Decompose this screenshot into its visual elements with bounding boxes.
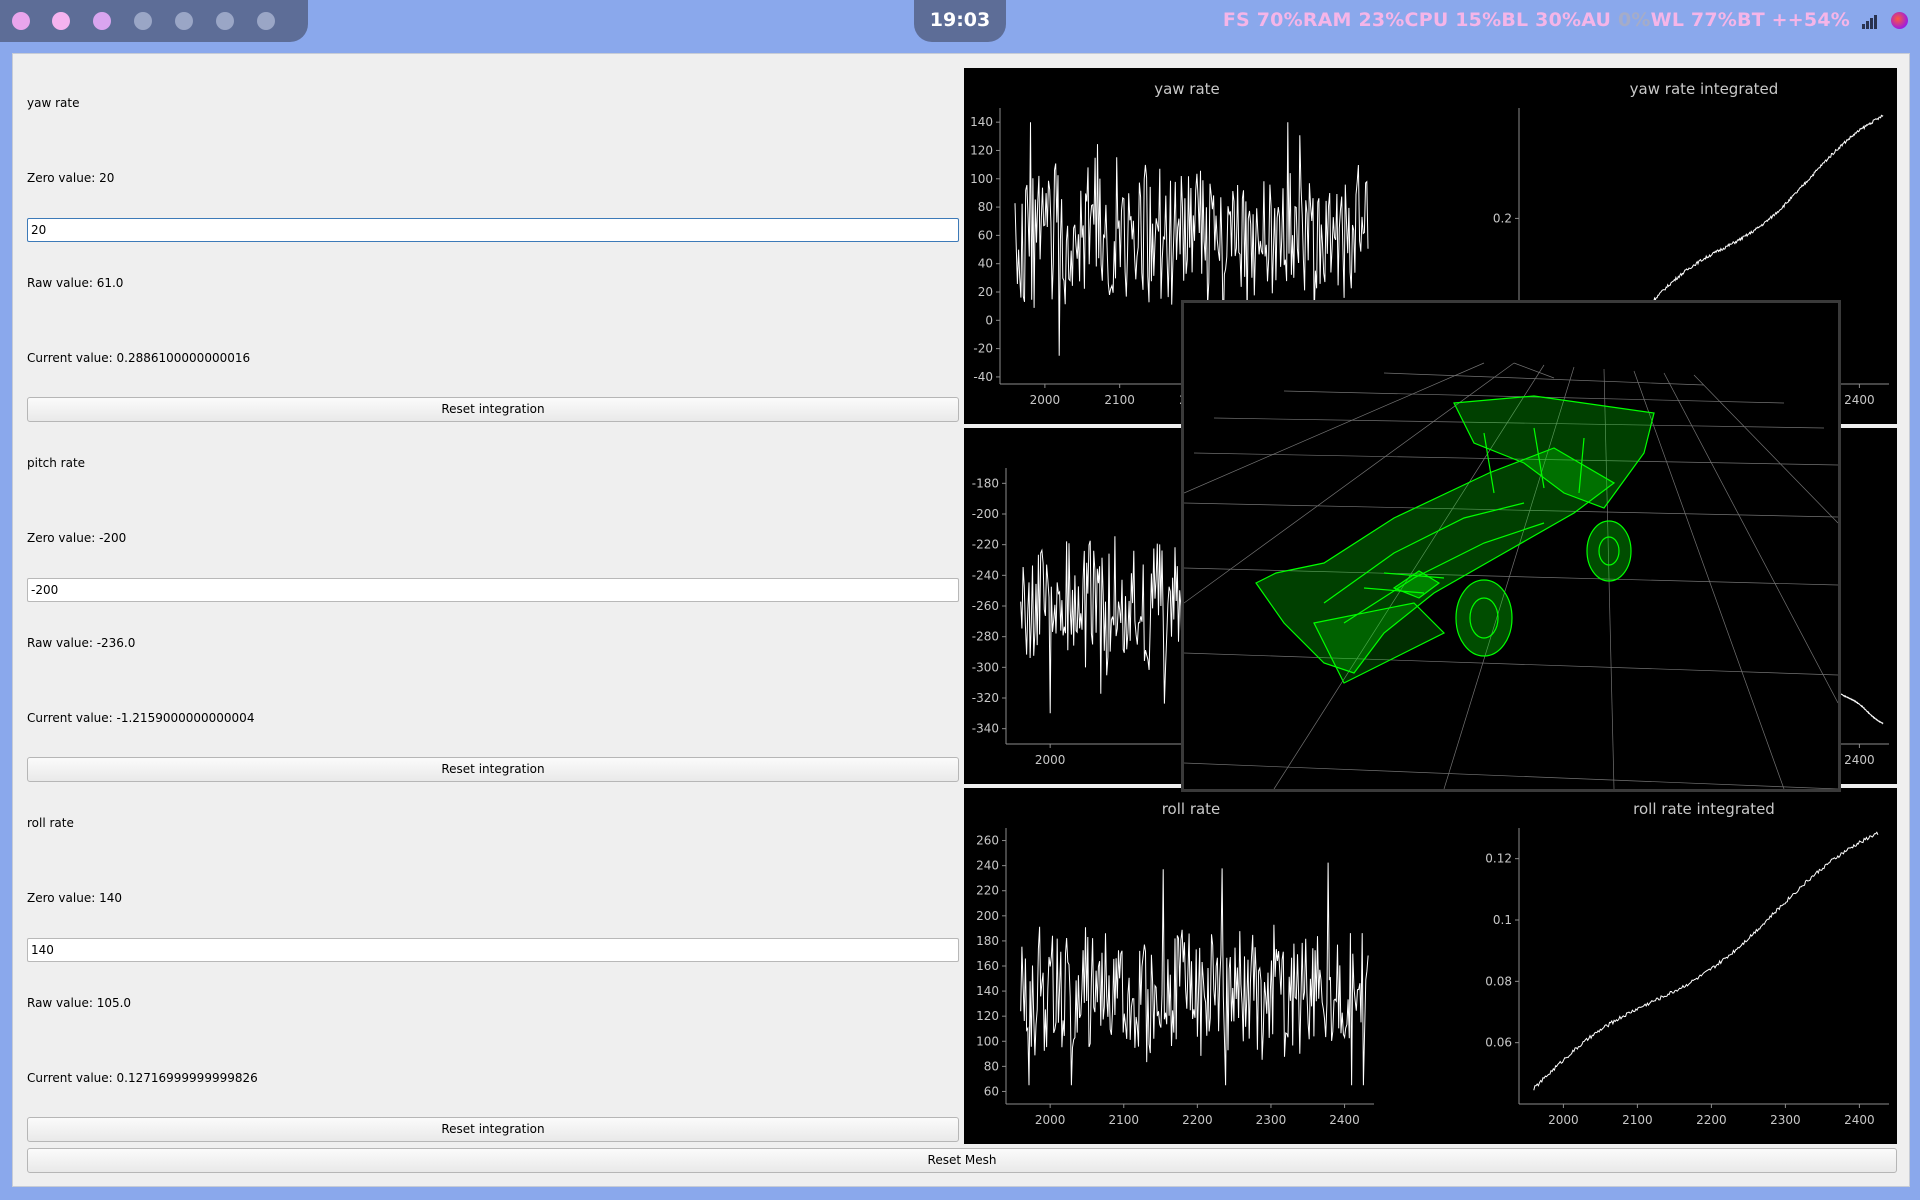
y-tick-label: -300: [972, 660, 999, 674]
sensor-title: roll rate: [27, 816, 74, 830]
y-tick-label: 0.1: [1493, 913, 1512, 927]
x-tick-label: 2000: [1030, 393, 1061, 407]
x-tick-label: 2400: [1844, 753, 1875, 767]
x-tick-label: 2300: [1770, 1113, 1801, 1127]
x-tick-label: 2300: [1256, 1113, 1287, 1127]
system-status: FS 70%RAM 23%CPU 15%BL 30%AU 0%WL 77%BT …: [1223, 9, 1850, 31]
zero-value-input[interactable]: [27, 578, 959, 602]
y-tick-label: -340: [972, 722, 999, 736]
y-tick-label: 180: [976, 934, 999, 948]
y-tick-label: -200: [972, 507, 999, 521]
y-tick-label: -220: [972, 538, 999, 552]
y-tick-label: 140: [976, 984, 999, 998]
x-tick-label: 2000: [1548, 1113, 1579, 1127]
reset-integration-button[interactable]: Reset integration: [27, 1117, 959, 1142]
y-tick-label: 100: [970, 172, 993, 186]
workspace-bar: [0, 0, 308, 42]
plot-title: roll rate integrated: [1633, 800, 1775, 818]
y-tick-label: 160: [976, 959, 999, 973]
x-tick-label: 2100: [1108, 1113, 1139, 1127]
series-line: [1636, 114, 1884, 319]
plot-4: roll rate 260 240 220 200 180 160 140 120 100 80 60…: [976, 800, 1374, 1127]
y-tick-label: 240: [976, 859, 999, 873]
y-tick-label: -320: [972, 691, 999, 705]
plot-title: roll rate: [1162, 800, 1221, 818]
y-tick-label: 60: [978, 228, 993, 242]
y-tick-label: -240: [972, 568, 999, 582]
status-audio-mute: 0%: [1617, 9, 1651, 31]
y-tick-label: 120: [976, 1009, 999, 1023]
current-value-label: Current value: 0.12716999999999826: [27, 1071, 258, 1085]
workspace-5[interactable]: [175, 12, 193, 30]
workspace-1[interactable]: [12, 12, 30, 30]
status-stats-2: WL 77%BT ++54%: [1650, 9, 1850, 31]
raw-value-label: Raw value: -236.0: [27, 636, 136, 650]
y-tick-label: 60: [984, 1084, 999, 1098]
y-tick-label: -280: [972, 630, 999, 644]
y-tick-label: -180: [972, 476, 999, 490]
clock: 19:03: [914, 0, 1006, 42]
main-window: yaw rate Zero value: 20 Raw value: 61.0 …: [12, 53, 1910, 1187]
workspace-6[interactable]: [216, 12, 234, 30]
current-value-label: Current value: 0.2886100000000016: [27, 351, 251, 365]
raw-value-label: Raw value: 61.0: [27, 276, 124, 290]
y-tick-label: 40: [978, 257, 993, 271]
x-tick-label: 2400: [1329, 1113, 1360, 1127]
zero-value-label: Zero value: 140: [27, 891, 122, 905]
reset-integration-button[interactable]: Reset integration: [27, 397, 959, 422]
y-tick-label: 200: [976, 909, 999, 923]
reset-mesh-button[interactable]: Reset Mesh: [27, 1148, 1897, 1173]
workspace-3[interactable]: [93, 12, 111, 30]
x-tick-label: 2100: [1104, 393, 1135, 407]
series-line: [1533, 831, 1879, 1091]
x-tick-label: 2200: [1182, 1113, 1213, 1127]
sensor-title: pitch rate: [27, 456, 86, 470]
raw-value-label: Raw value: 105.0: [27, 996, 132, 1010]
series-line: [1020, 862, 1369, 1086]
workspace-7[interactable]: [257, 12, 275, 30]
y-tick-label: -260: [972, 599, 999, 613]
y-tick-label: 80: [984, 1059, 999, 1073]
mesh-canvas[interactable]: [1184, 303, 1838, 789]
zero-value-label: Zero value: -200: [27, 531, 127, 545]
y-tick-label: 260: [976, 834, 999, 848]
y-tick-label: 220: [976, 884, 999, 898]
y-tick-label: 80: [978, 200, 993, 214]
plot-title: yaw rate integrated: [1630, 80, 1779, 98]
x-tick-label: 2400: [1844, 393, 1875, 407]
y-tick-label: -20: [973, 342, 993, 356]
mesh-viewer-3d[interactable]: [1181, 300, 1841, 792]
x-tick-label: 2000: [1035, 1113, 1066, 1127]
y-tick-label: 100: [976, 1034, 999, 1048]
y-tick-label: 0.2: [1493, 211, 1512, 225]
reset-integration-button[interactable]: Reset integration: [27, 757, 959, 782]
app-tray-icon[interactable]: [1891, 12, 1908, 29]
x-tick-label: 2000: [1035, 753, 1066, 767]
y-tick-label: 140: [970, 115, 993, 129]
plot-area-roll: roll rate 260 240 220 200 180 160 140 120 100 80 60…: [964, 788, 1897, 1144]
x-tick-label: 2100: [1622, 1113, 1653, 1127]
y-tick-label: 0.06: [1485, 1036, 1512, 1050]
zero-value-input[interactable]: [27, 938, 959, 962]
workspace-4[interactable]: [134, 12, 152, 30]
plot-title: yaw rate: [1154, 80, 1220, 98]
y-tick-label: 0.12: [1485, 852, 1512, 866]
plot-5: roll rate integrated 0.12 0.1 0.08 0.06 2000 2…: [1485, 800, 1889, 1127]
car-mesh-wireframe: [1255, 395, 1655, 684]
y-tick-label: 0.08: [1485, 974, 1512, 988]
plot-canvas[interactable]: roll rate 260 240 220 200 180 160 140 120 100 80 60…: [964, 788, 1897, 1144]
y-tick-label: 0: [985, 313, 993, 327]
x-tick-label: 2400: [1844, 1113, 1875, 1127]
current-value-label: Current value: -1.2159000000000004: [27, 711, 255, 725]
workspace-2[interactable]: [52, 12, 70, 30]
status-stats: FS 70%RAM 23%CPU 15%BL 30%AU: [1222, 9, 1618, 31]
y-tick-label: -40: [973, 370, 993, 384]
zero-value-label: Zero value: 20: [27, 171, 115, 185]
x-tick-label: 2200: [1696, 1113, 1727, 1127]
zero-value-input[interactable]: [27, 218, 959, 242]
sensor-title: yaw rate: [27, 96, 80, 110]
y-tick-label: 120: [970, 143, 993, 157]
y-tick-label: 20: [978, 285, 993, 299]
signal-icon[interactable]: [1862, 13, 1878, 29]
